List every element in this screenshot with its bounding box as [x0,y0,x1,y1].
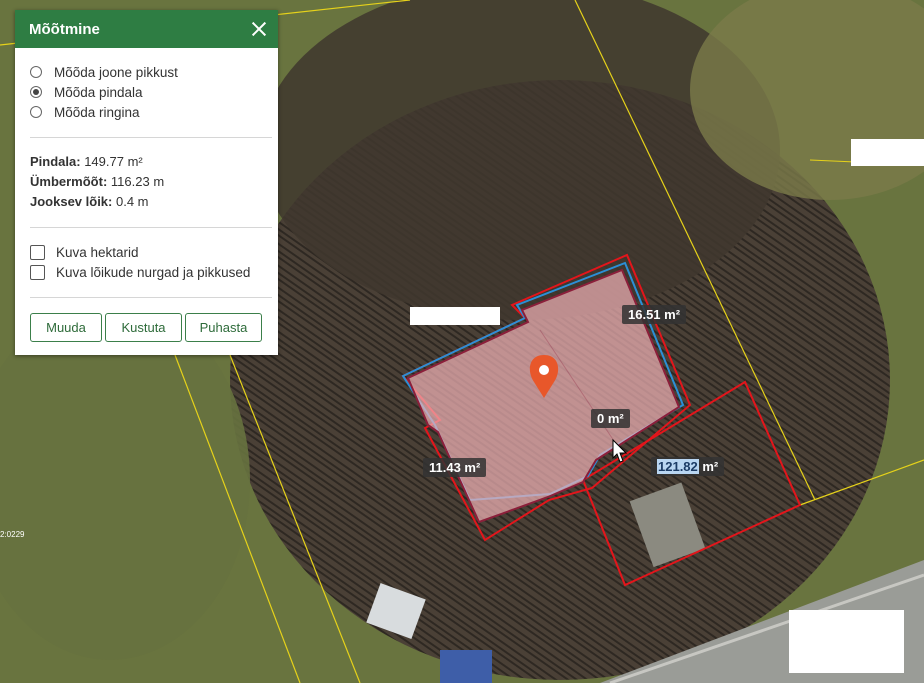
checkbox-show-angles[interactable]: Kuva lõikude nurgad ja pikkused [30,263,250,281]
area-label-top-right: 16.51 m² [622,305,687,324]
option-label: Mõõda ringina [54,104,140,120]
measurement-panel: Mõõtmine Mõõda joone pikkust Mõõda pinda… [15,10,278,355]
area-label-right: 121.82 m² [651,457,725,476]
area-label-right-selected: 121.82 [657,459,699,474]
checkbox-box[interactable] [30,244,45,260]
panel-title: Mõõtmine [29,21,100,38]
option-measure-length[interactable]: Mõõda joone pikkust [30,63,178,81]
parcel-code: 2:0229 [0,530,25,539]
stat-segment-value: 0.4 m [116,194,149,209]
divider [30,137,272,138]
redacted-label-1 [410,307,500,325]
panel-header: Mõõtmine [15,10,278,48]
divider [30,227,272,228]
stat-perimeter-label: Ümbermõõt: [30,174,108,189]
stat-segment-label: Jooksev lõik: [30,194,113,209]
radio-button[interactable] [30,106,42,118]
stat-perimeter: Ümbermõõt: 116.23 m [30,174,164,189]
checkbox-box[interactable] [30,264,45,280]
radio-button-checked[interactable] [30,86,42,98]
stat-area-label: Pindala: [30,154,81,169]
divider [30,297,272,298]
stat-area-value: 149.77 m² [84,154,143,169]
stat-area: Pindala: 149.77 m² [30,154,143,169]
area-label-right-unit: m² [698,459,719,474]
redacted-label-2 [851,139,924,166]
radio-button[interactable] [30,66,42,78]
blue-object [440,650,492,683]
option-measure-area[interactable]: Mõõda pindala [30,83,143,101]
close-icon[interactable] [250,20,268,38]
clear-button[interactable]: Puhasta [185,313,262,342]
option-label: Mõõda pindala [54,84,143,100]
checkbox-label: Kuva hektarid [56,244,139,260]
checkbox-label: Kuva lõikude nurgad ja pikkused [56,264,251,280]
area-label-left: 11.43 m² [423,458,487,477]
delete-button[interactable]: Kustuta [105,313,182,342]
area-label-center: 0 m² [591,409,630,428]
edit-button[interactable]: Muuda [30,313,102,342]
redacted-label-3 [789,610,904,673]
stat-segment: Jooksev lõik: 0.4 m [30,194,149,209]
stat-perimeter-value: 116.23 m [110,174,165,189]
option-measure-circle[interactable]: Mõõda ringina [30,103,140,121]
checkbox-show-hectares[interactable]: Kuva hektarid [30,243,139,261]
option-label: Mõõda joone pikkust [54,64,178,80]
